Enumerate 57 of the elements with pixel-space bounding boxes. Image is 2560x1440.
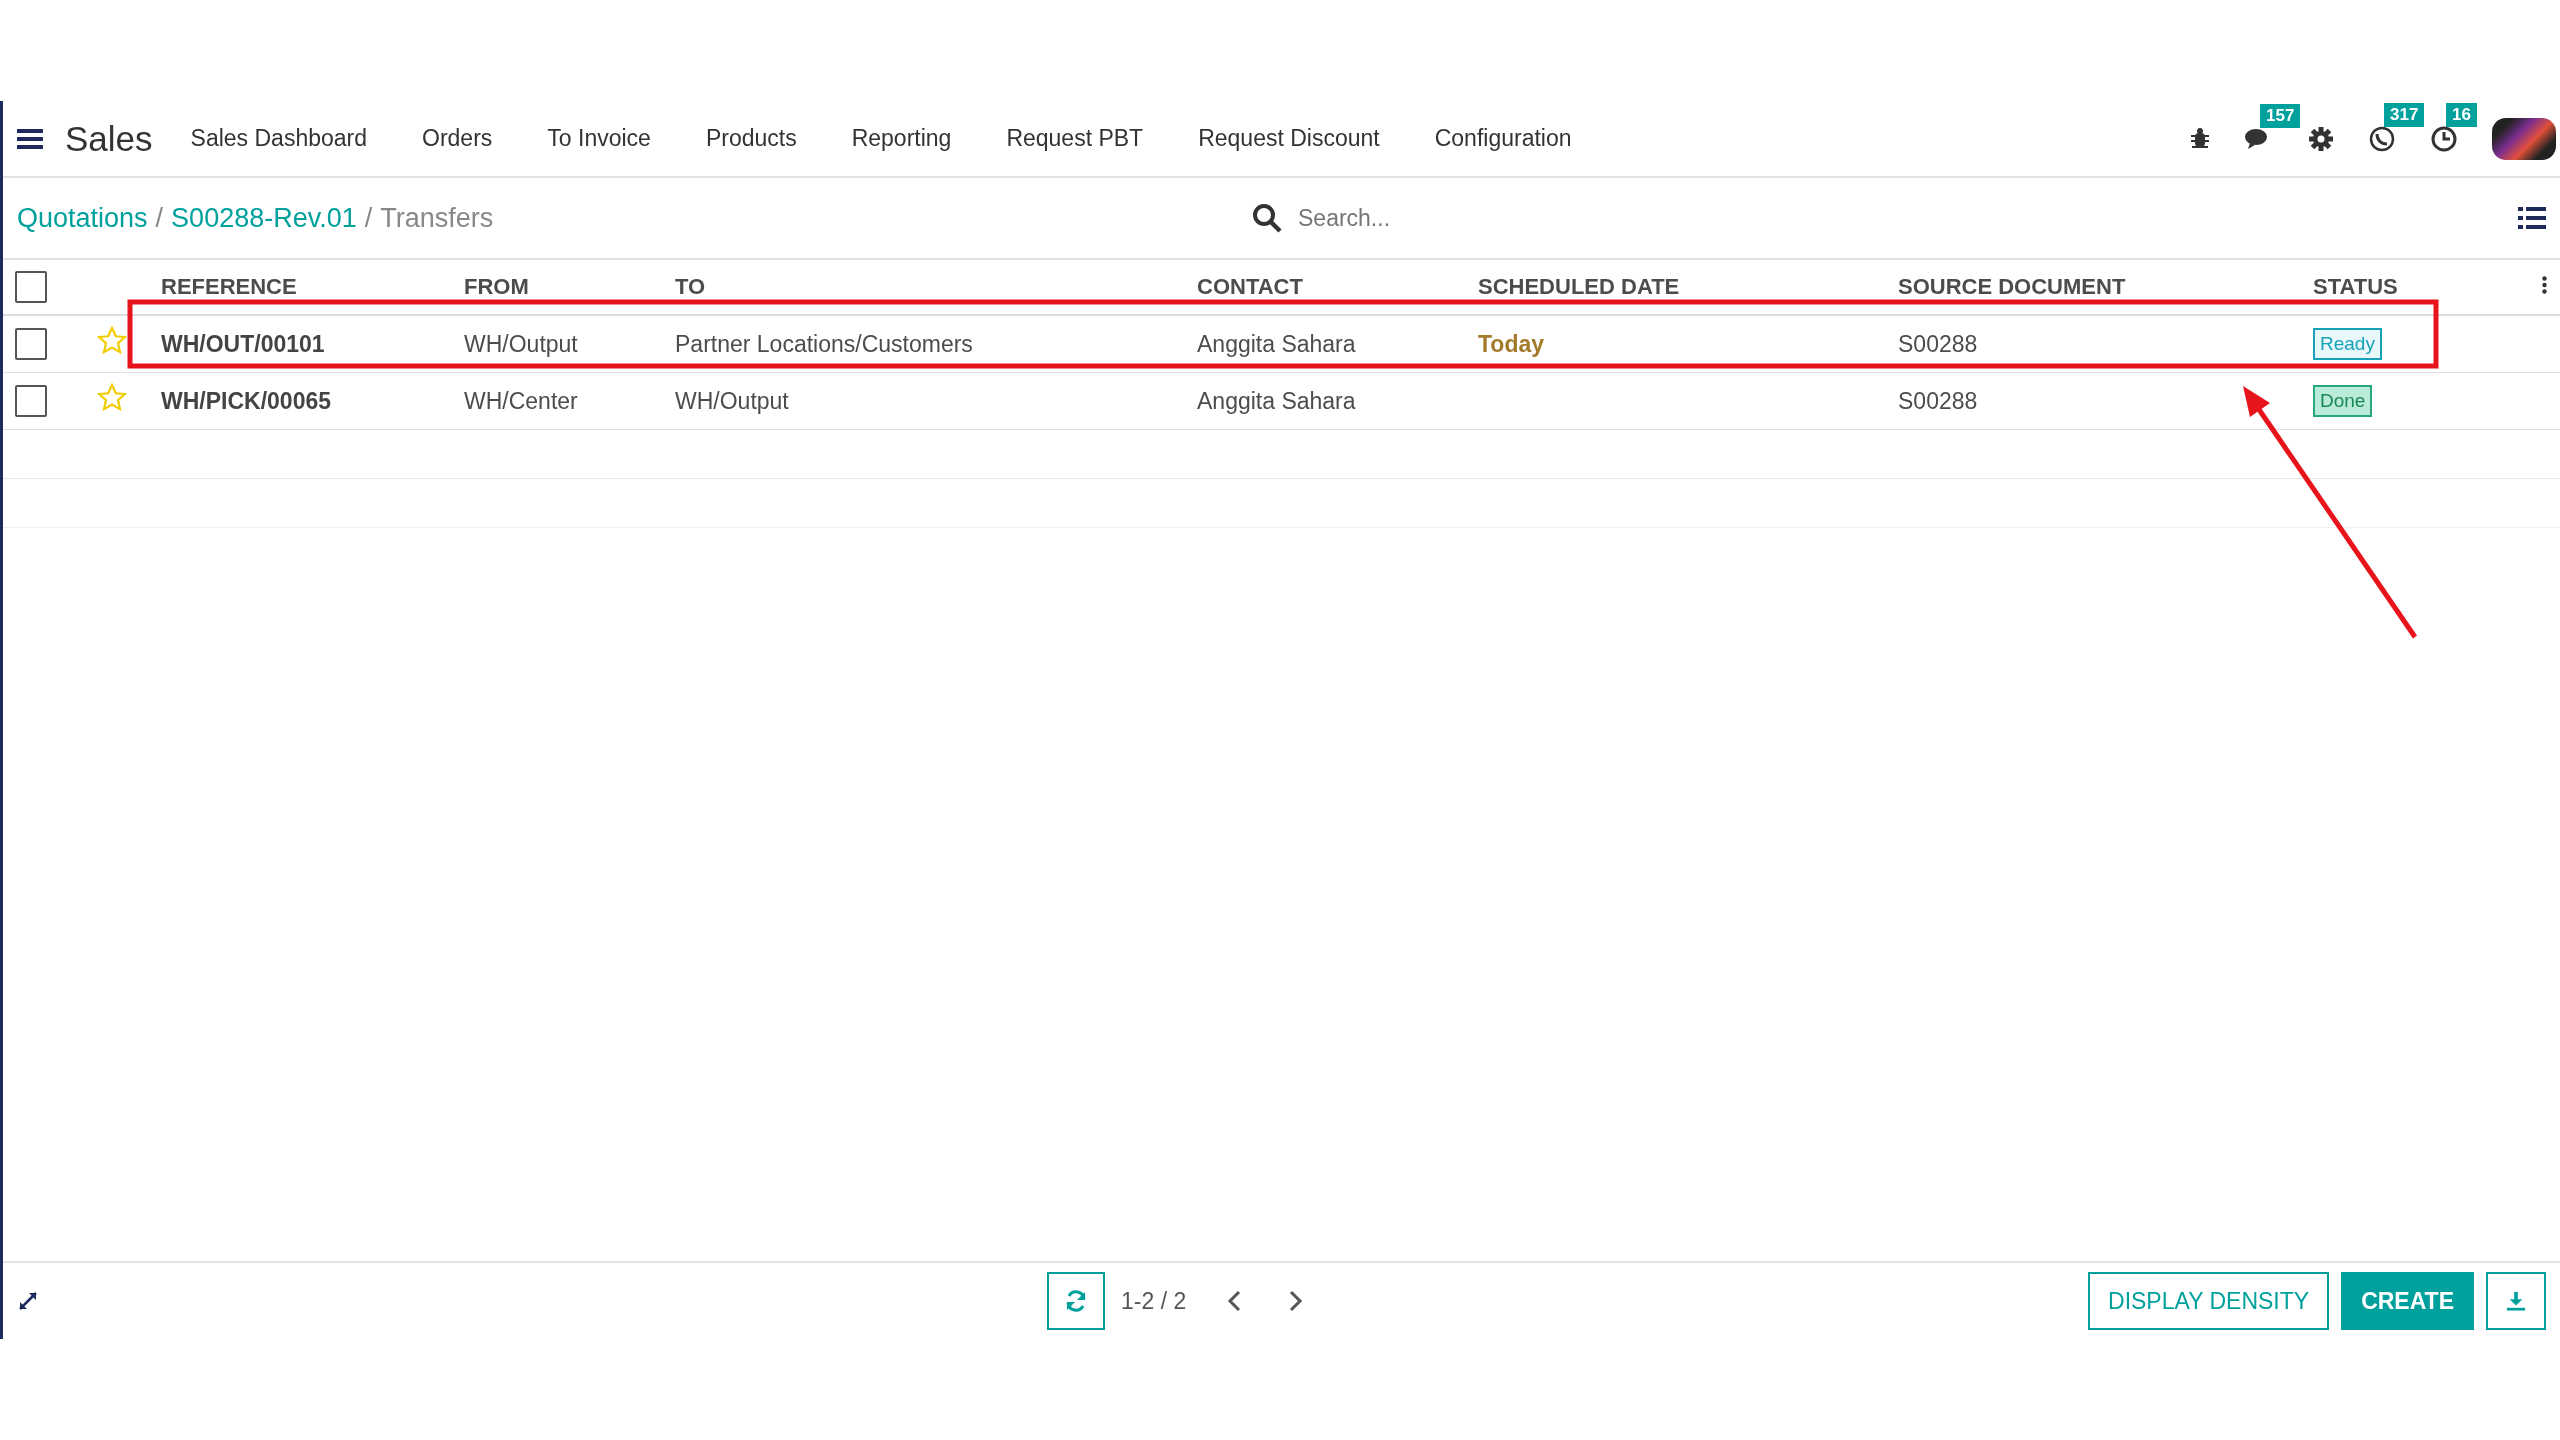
phone-icon[interactable] <box>2368 124 2396 153</box>
table-cell: WH/Center <box>464 387 578 414</box>
menu-item[interactable]: Request Discount <box>1198 125 1380 152</box>
column-header[interactable]: CONTACT <box>1197 274 1303 299</box>
pager-range: 1-2 / 2 <box>1121 1287 1187 1315</box>
table-cell: WH/Output <box>675 387 789 414</box>
count-badge: 317 <box>2384 102 2425 127</box>
status-badge: Done <box>2313 385 2373 417</box>
download-icon <box>2506 1290 2526 1312</box>
column-header[interactable]: SCHEDULED DATE <box>1478 274 1680 299</box>
clock-icon[interactable] <box>2430 124 2458 153</box>
table-cell: Partner Locations/Customers <box>675 330 973 357</box>
menu-item[interactable]: Request PBT <box>1006 125 1144 152</box>
settings-icon[interactable] <box>2308 125 2334 152</box>
download-button[interactable] <box>2486 1272 2546 1330</box>
previous-icon[interactable] <box>1226 1290 1243 1312</box>
table-cell: Today <box>1478 330 1545 357</box>
breadcrumb-separator: / <box>155 202 164 234</box>
row-checkbox[interactable] <box>15 385 47 417</box>
refresh-icon <box>1064 1289 1088 1313</box>
app-title: Sales <box>65 118 153 159</box>
table-cell: WH/PICK/00065 <box>161 387 331 414</box>
select-all-checkbox[interactable] <box>15 271 47 303</box>
next-icon[interactable] <box>1288 1290 1305 1312</box>
more-options-icon[interactable] <box>2541 276 2547 294</box>
table-cell: Anggita Sahara <box>1197 387 1356 414</box>
table-cell: S00288 <box>1898 330 1978 357</box>
menu-item[interactable]: Configuration <box>1434 125 1572 152</box>
star-icon[interactable] <box>97 326 127 356</box>
column-header[interactable]: SOURCE DOCUMENT <box>1898 274 2126 299</box>
menu-item[interactable]: Products <box>705 125 797 152</box>
status-badge: Ready <box>2313 328 2382 360</box>
menu-icon[interactable] <box>17 127 43 150</box>
table-cell: S00288 <box>1898 387 1978 414</box>
column-header[interactable]: FROM <box>464 274 529 299</box>
refresh-button[interactable] <box>1047 1272 1105 1330</box>
menu-item[interactable]: Sales Dashboard <box>190 125 367 152</box>
table-cell: WH/Output <box>464 330 578 357</box>
breadcrumb-current: Transfers <box>380 202 494 234</box>
menu-item[interactable]: Orders <box>422 125 493 152</box>
row-checkbox[interactable] <box>15 328 47 360</box>
column-header[interactable]: REFERENCE <box>161 274 297 299</box>
search-icon <box>1252 203 1282 233</box>
star-icon[interactable] <box>97 383 127 413</box>
count-badge: 157 <box>2260 103 2301 128</box>
column-header[interactable]: TO <box>675 274 706 299</box>
menu-item[interactable]: Reporting <box>851 125 952 152</box>
table-cell: WH/OUT/00101 <box>161 330 325 357</box>
list-view-icon[interactable] <box>2518 206 2546 230</box>
menu-item[interactable]: To Invoice <box>547 125 651 152</box>
expand-icon[interactable] <box>17 1290 39 1312</box>
column-header[interactable]: STATUS <box>2313 274 2398 299</box>
count-badge: 16 <box>2446 102 2477 127</box>
bug-icon[interactable] <box>2190 126 2210 151</box>
breadcrumb-separator: / <box>364 202 373 234</box>
table-cell: Anggita Sahara <box>1197 330 1356 357</box>
avatar-photo-placeholder[interactable] <box>2492 117 2556 160</box>
